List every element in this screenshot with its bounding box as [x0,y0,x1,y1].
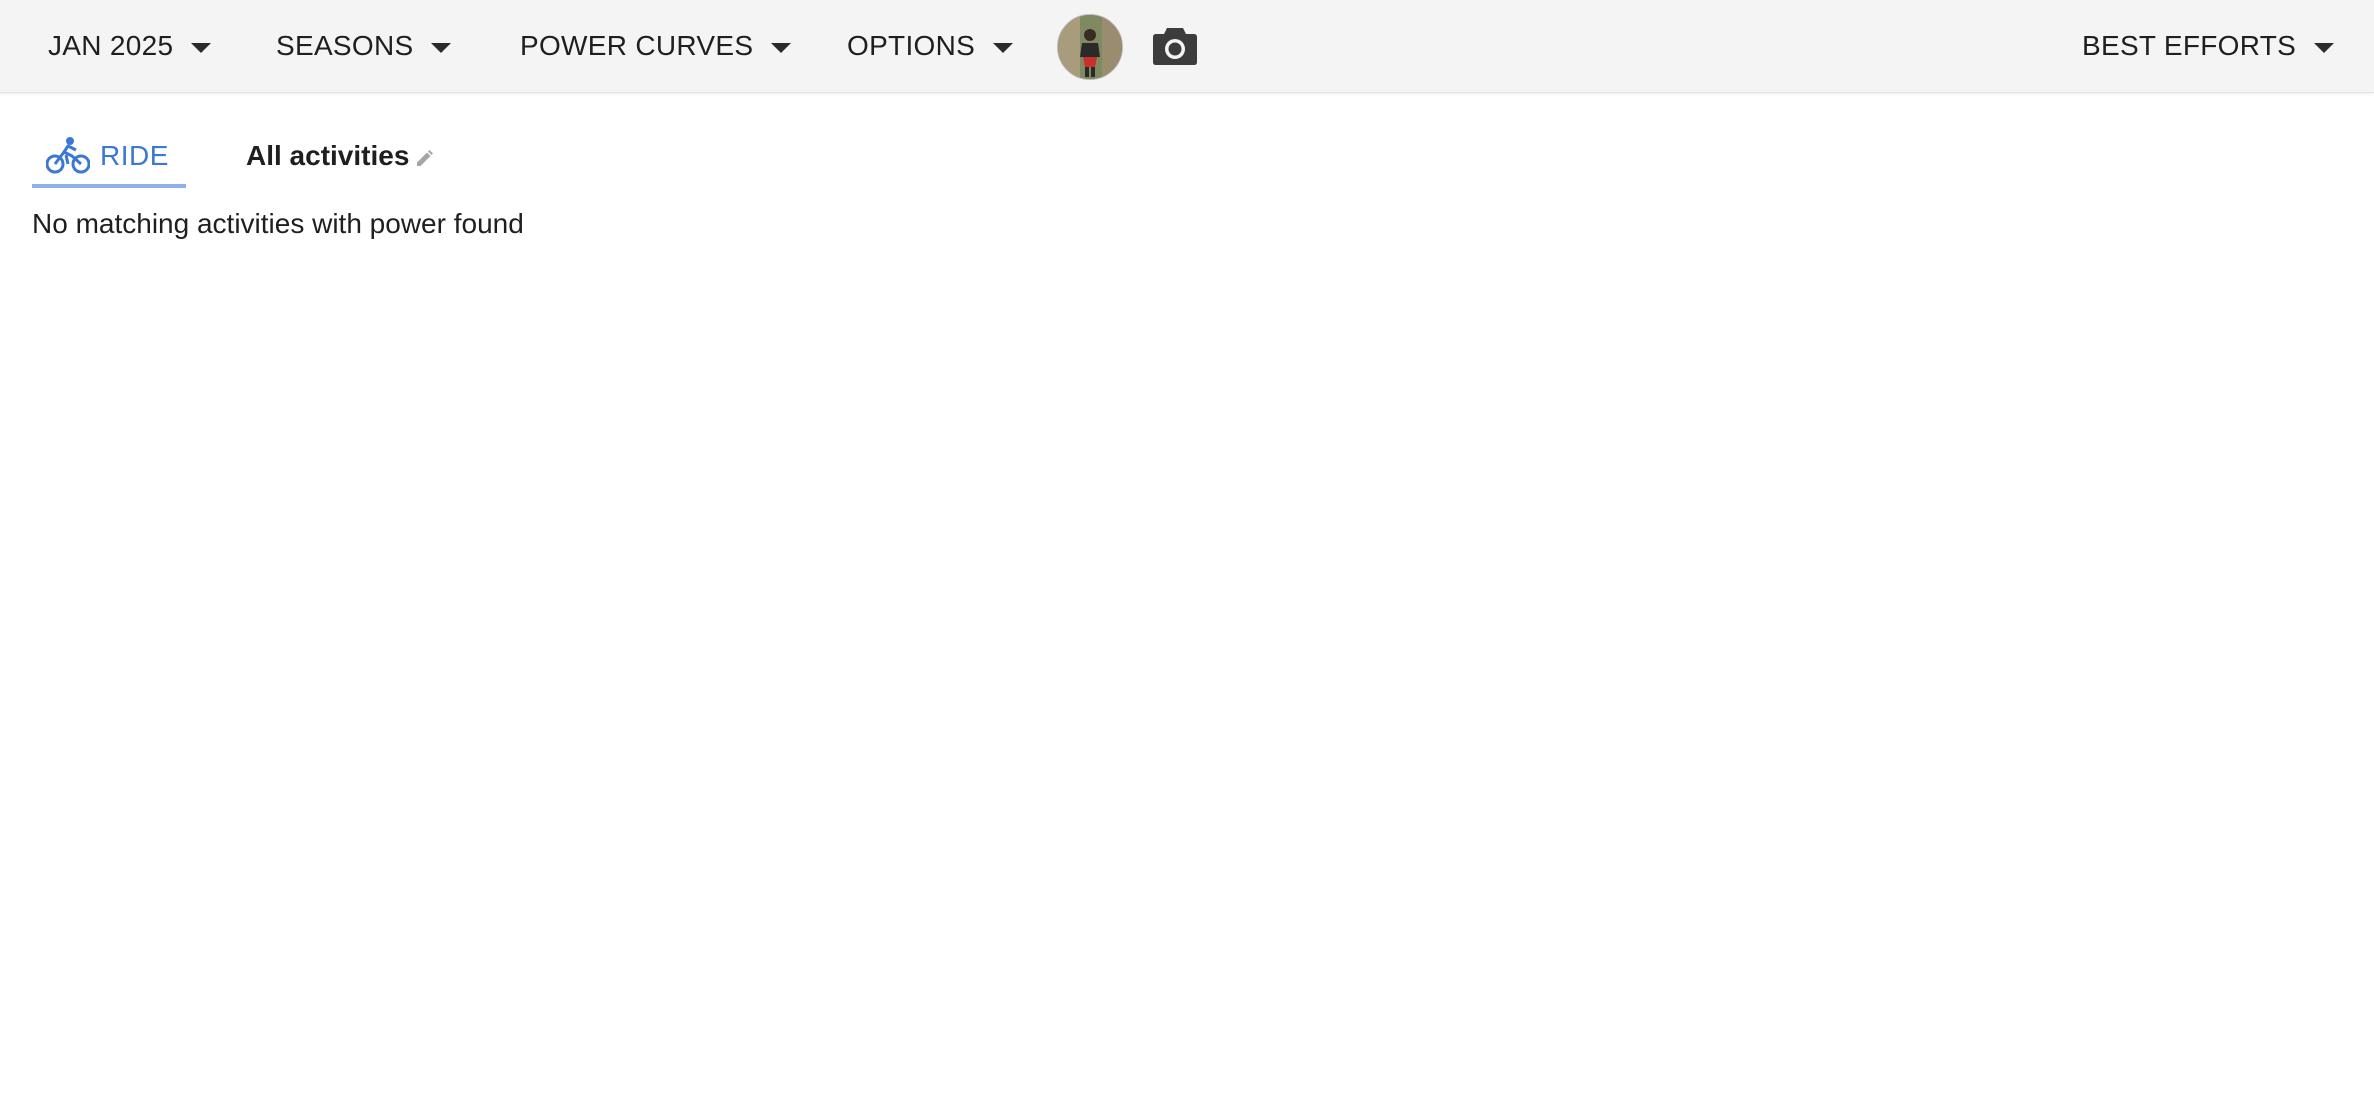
caret-down-icon [771,43,792,53]
best-efforts-dropdown-label: BEST EFFORTS [2082,30,2297,61]
pencil-icon[interactable] [415,150,434,168]
month-dropdown-button[interactable]: JAN 2025 [48,0,212,92]
tab-ride-label: RIDE [100,140,169,171]
power-curves-dropdown-label: POWER CURVES [520,30,754,61]
month-dropdown-label: JAN 2025 [48,30,174,61]
avatar-photo-icon [1058,15,1122,79]
seasons-dropdown-label: SEASONS [276,30,414,61]
tab-all-activities-label: All activities [246,140,410,171]
bicycle-icon [46,137,90,174]
seasons-dropdown-button[interactable]: SEASONS [276,0,452,92]
caret-down-icon [993,43,1014,53]
tab-ride[interactable]: RIDE [32,128,186,188]
best-efforts-dropdown-button[interactable]: BEST EFFORTS [2082,0,2335,92]
caret-down-icon [191,43,212,53]
tab-all-activities[interactable]: All activities [246,128,434,184]
caret-down-icon [2314,43,2335,53]
user-avatar[interactable] [1057,14,1123,80]
power-curves-dropdown-button[interactable]: POWER CURVES [520,0,792,92]
options-dropdown-button[interactable]: OPTIONS [847,0,1014,92]
caret-down-icon [431,43,452,53]
top-toolbar: JAN 2025 SEASONS POWER CURVES OPTIONS BE… [0,0,2374,93]
camera-icon[interactable] [1152,24,1198,68]
options-dropdown-label: OPTIONS [847,30,976,61]
empty-state-message: No matching activities with power found [32,208,524,239]
